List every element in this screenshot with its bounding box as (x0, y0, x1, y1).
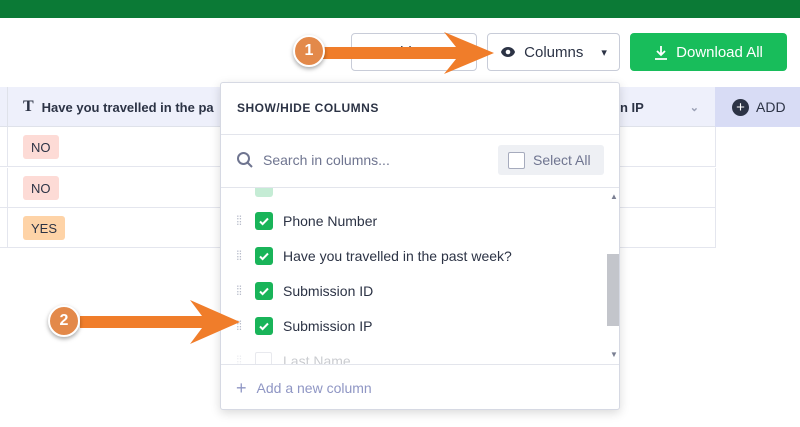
download-all-button[interactable]: Download All (630, 33, 787, 71)
checkbox[interactable] (508, 151, 525, 169)
chevron-down-icon[interactable]: ⌄ (690, 101, 699, 114)
list-item[interactable]: ⁞⁞ Phone Number (221, 203, 607, 238)
add-new-column-button[interactable]: + Add a new column (236, 379, 372, 397)
drag-handle-icon[interactable]: ⁞⁞ (236, 283, 246, 298)
scrollbar[interactable]: ▲ ▼ (606, 188, 619, 364)
drag-handle-icon[interactable]: ⁞⁞ (236, 248, 246, 263)
scroll-down-icon[interactable]: ▼ (610, 350, 618, 359)
list-item[interactable]: ⁞⁞ Have you travelled in the past week? (221, 238, 607, 273)
column-header-submission-ip[interactable]: n IP ⌄ (620, 87, 715, 127)
select-all-label: Select All (533, 152, 591, 168)
columns-label: Columns (524, 43, 584, 61)
column-label: Submission IP (283, 317, 373, 334)
annotation-arrow-1 (318, 32, 494, 74)
scroll-up-icon[interactable]: ▲ (610, 192, 618, 201)
eye-icon (501, 47, 516, 57)
row-gutter (0, 208, 8, 248)
checkbox-checked[interactable] (255, 246, 273, 265)
checkbox[interactable] (255, 352, 272, 364)
scrollbar-thumb[interactable] (607, 254, 619, 326)
column-label: Last Name (283, 352, 351, 365)
drag-handle-icon[interactable]: ⁞⁞ (236, 213, 246, 228)
chevron-down-icon: ▾ (601, 46, 607, 59)
search-columns-input[interactable] (263, 149, 483, 171)
step-marker-1: 1 (293, 35, 325, 67)
column-header-label: Have you travelled in the pa (41, 99, 214, 115)
column-list: ⁞⁞ Phone Number ⁞⁞ Have you travelled in… (221, 188, 607, 364)
step-marker-2: 2 (48, 305, 80, 337)
download-label: Download All (676, 43, 763, 61)
annotation-arrow-2 (80, 300, 240, 344)
columns-button[interactable]: Columns ▾ (487, 33, 620, 71)
checkbox-checked[interactable] (255, 316, 273, 335)
plus-circle-icon: + (732, 98, 749, 116)
column-label: Have you travelled in the past week? (283, 247, 512, 264)
checkbox-checked[interactable] (255, 281, 273, 300)
column-header-travelled[interactable]: T Have you travelled in the pa (9, 87, 229, 127)
column-label: Phone Number (283, 212, 378, 229)
plus-icon: + (236, 378, 247, 398)
list-item[interactable]: ⁞⁞ Submission IP (221, 308, 607, 343)
add-label: ADD (756, 99, 786, 115)
divider (221, 134, 619, 135)
answer-badge: NO (23, 176, 59, 200)
header-gutter (0, 87, 8, 127)
column-label: Submission ID (283, 282, 374, 299)
drag-handle-icon[interactable]: ⁞⁞ (236, 353, 246, 364)
row-gutter (0, 127, 8, 167)
divider (221, 364, 619, 365)
row-gutter (0, 168, 8, 208)
list-item[interactable]: ⁞⁞ Submission ID (221, 273, 607, 308)
panel-title: SHOW/HIDE COLUMNS (237, 101, 379, 115)
list-item[interactable]: ⁞⁞ Last Name (221, 343, 607, 364)
text-type-icon: T (23, 98, 34, 115)
show-hide-columns-panel: SHOW/HIDE COLUMNS Select All ⁞⁞ Phone Nu… (220, 82, 620, 410)
search-icon (237, 152, 253, 168)
top-bar (0, 0, 800, 18)
add-column-label: Add a new column (256, 380, 372, 396)
checkbox-checked[interactable] (255, 211, 273, 230)
answer-badge: NO (23, 135, 59, 159)
checkbox (255, 188, 273, 197)
answer-badge: YES (23, 216, 66, 240)
column-header-ip-label: n IP (620, 99, 644, 115)
add-column-header-button[interactable]: + ADD (715, 87, 800, 127)
download-icon (655, 45, 668, 60)
select-all-button[interactable]: Select All (498, 145, 604, 175)
